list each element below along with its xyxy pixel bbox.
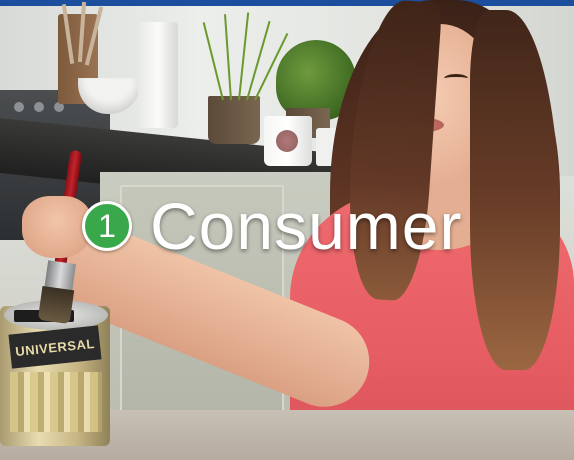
canister <box>138 22 178 128</box>
mug-print <box>276 130 298 152</box>
eye <box>444 74 468 83</box>
herb-pot <box>208 96 260 144</box>
step-number-badge-icon: 1 <box>82 201 132 251</box>
paint-tin-pattern <box>10 372 102 432</box>
photo-frame: UNIVERSAL 1 Consumer <box>0 0 574 460</box>
headline-overlay: 1 Consumer <box>82 193 462 259</box>
paintbrush-bristles <box>37 285 75 325</box>
oven-knob <box>14 102 24 112</box>
headline-text: Consumer <box>150 189 463 263</box>
oven-knob <box>34 102 44 112</box>
